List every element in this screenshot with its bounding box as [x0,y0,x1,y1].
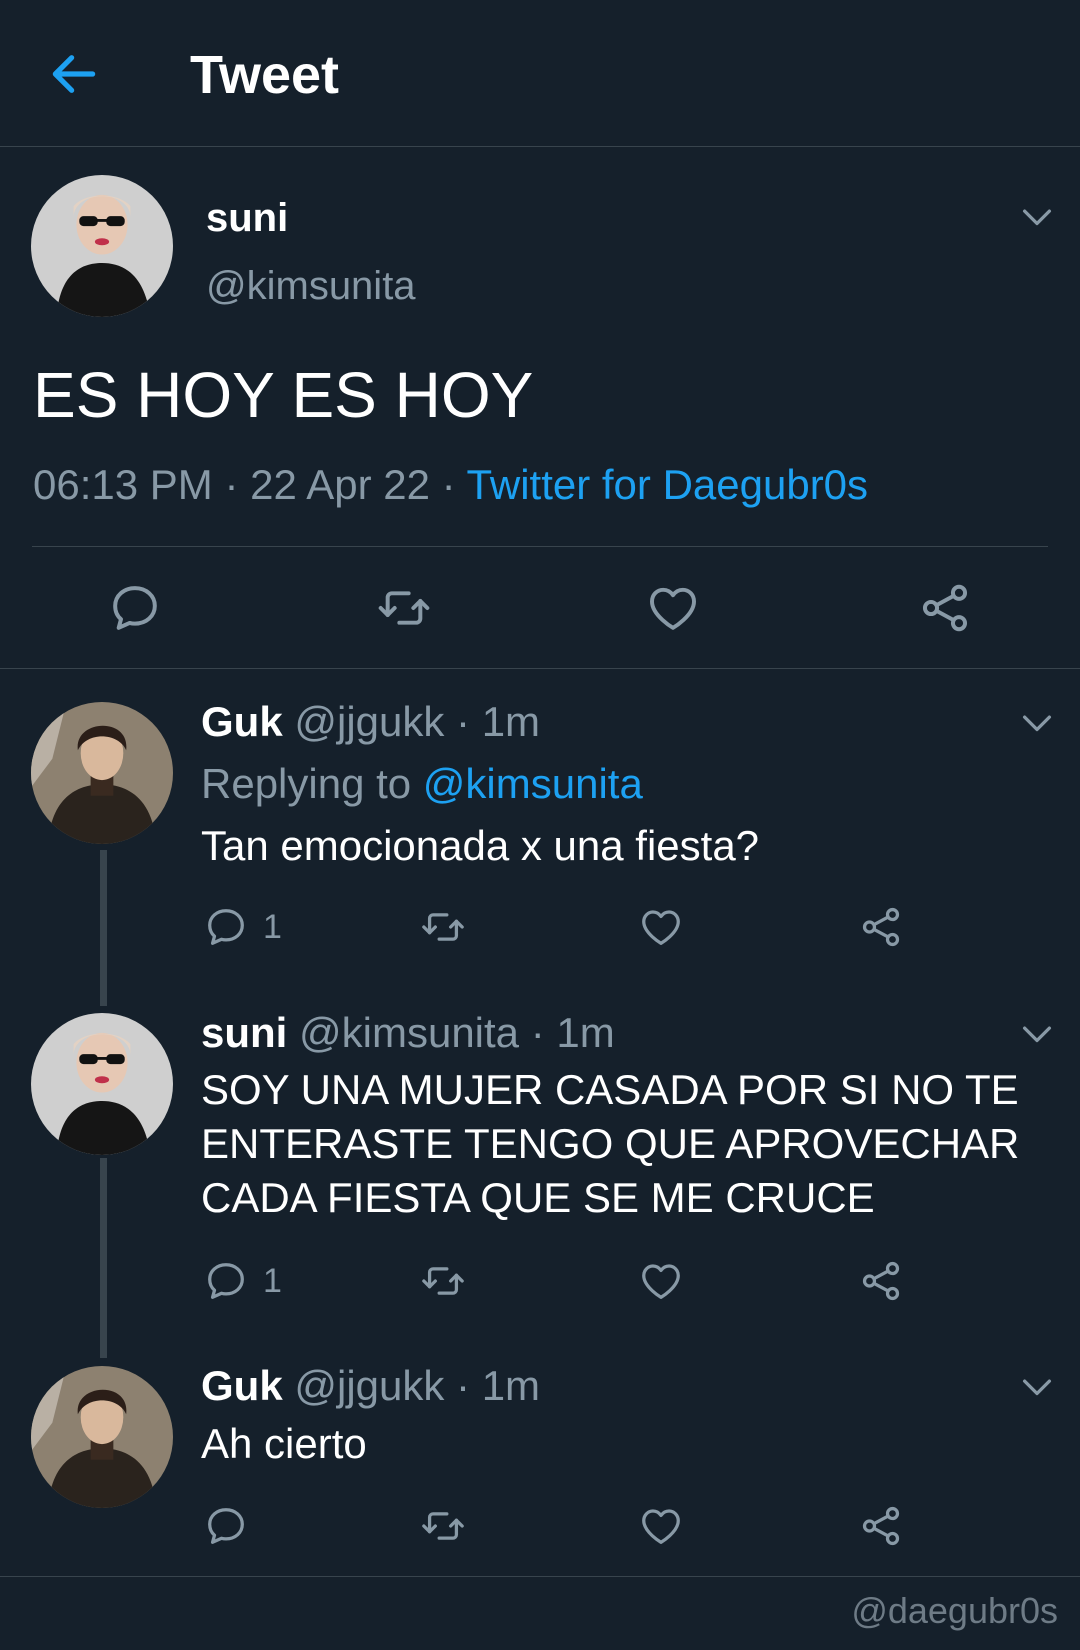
avatar[interactable] [31,175,173,317]
meta-divider [32,546,1048,547]
chevron-down-icon[interactable] [1020,713,1054,735]
reply-icon[interactable] [107,580,163,636]
avatar[interactable] [31,1013,173,1155]
reply-header: suni @kimsunita · 1m [201,1009,615,1057]
share-icon[interactable] [858,904,904,950]
avatar[interactable] [31,702,173,844]
meta-separator: · [441,461,456,508]
chevron-down-icon[interactable] [1020,1377,1054,1399]
reply-header: Guk @jjgukk · 1m [201,698,540,746]
reply-icon[interactable] [203,1503,249,1549]
like-icon[interactable] [638,904,684,950]
meta-separator: · [224,461,239,508]
replying-to-label: Replying to [201,760,412,807]
tweet-text: ES HOY ES HOY [33,359,534,431]
tweet-source-link[interactable]: Twitter for Daegubr0s [467,461,869,508]
reply-handle[interactable]: @jjgukk [294,1362,444,1409]
retweet-icon[interactable] [418,1503,468,1549]
chevron-down-icon[interactable] [1020,207,1054,229]
back-arrow-icon[interactable] [46,46,102,102]
thread-line [100,850,107,1006]
reply-display-name[interactable]: Guk [201,1362,283,1409]
reply-count: 1 [263,1261,282,1300]
reply-display-name[interactable]: suni [201,1009,287,1056]
author-handle[interactable]: @kimsunita [206,264,416,309]
reply-action[interactable] [203,1503,249,1549]
tweet-time: 06:13 PM [33,461,213,508]
reply-action[interactable]: 1 [203,1258,282,1304]
bottom-divider [0,1576,1080,1577]
reply-text-line: ENTERASTE TENGO QUE APROVECHAR [201,1120,1020,1167]
share-icon[interactable] [858,1258,904,1304]
like-icon[interactable] [638,1503,684,1549]
reply-text-line: CADA FIESTA QUE SE ME CRUCE [201,1174,875,1221]
reply-time: · 1m [530,1009,615,1056]
reply-text: Tan emocionada x una fiesta? [201,822,760,869]
retweet-icon[interactable] [418,904,468,950]
reply-handle[interactable]: @jjgukk [294,698,444,745]
reply-display-name[interactable]: Guk [201,698,283,745]
reply-count: 1 [263,907,282,946]
tweet-meta: 06:13 PM · 22 Apr 22 · Twitter for Daegu… [33,461,868,509]
replying-to: Replying to @kimsunita [201,760,643,808]
avatar[interactable] [31,1366,173,1508]
share-icon[interactable] [858,1503,904,1549]
reply-icon[interactable] [203,904,249,950]
like-icon[interactable] [645,580,701,636]
retweet-icon[interactable] [374,580,434,636]
header-divider [0,146,1080,147]
watermark: @daegubr0s [851,1590,1058,1631]
reply-time: · 1m [456,698,541,745]
reply-action[interactable]: 1 [203,904,282,950]
reply-icon[interactable] [203,1258,249,1304]
main-tweet-divider [0,668,1080,669]
chevron-down-icon[interactable] [1020,1024,1054,1046]
reply-text-line: SOY UNA MUJER CASADA POR SI NO TE [201,1066,1019,1113]
share-icon[interactable] [917,580,973,636]
thread-line [100,1158,107,1358]
reply-handle[interactable]: @kimsunita [299,1009,519,1056]
reply-time: · 1m [456,1362,541,1409]
retweet-icon[interactable] [418,1258,468,1304]
reply-text: Ah cierto [201,1420,367,1467]
page-title: Tweet [190,45,340,105]
like-icon[interactable] [638,1258,684,1304]
author-display-name[interactable]: suni [206,196,288,241]
reply-header: Guk @jjgukk · 1m [201,1362,540,1410]
tweet-date: 22 Apr 22 [250,461,430,508]
replying-to-handle[interactable]: @kimsunita [423,760,643,807]
